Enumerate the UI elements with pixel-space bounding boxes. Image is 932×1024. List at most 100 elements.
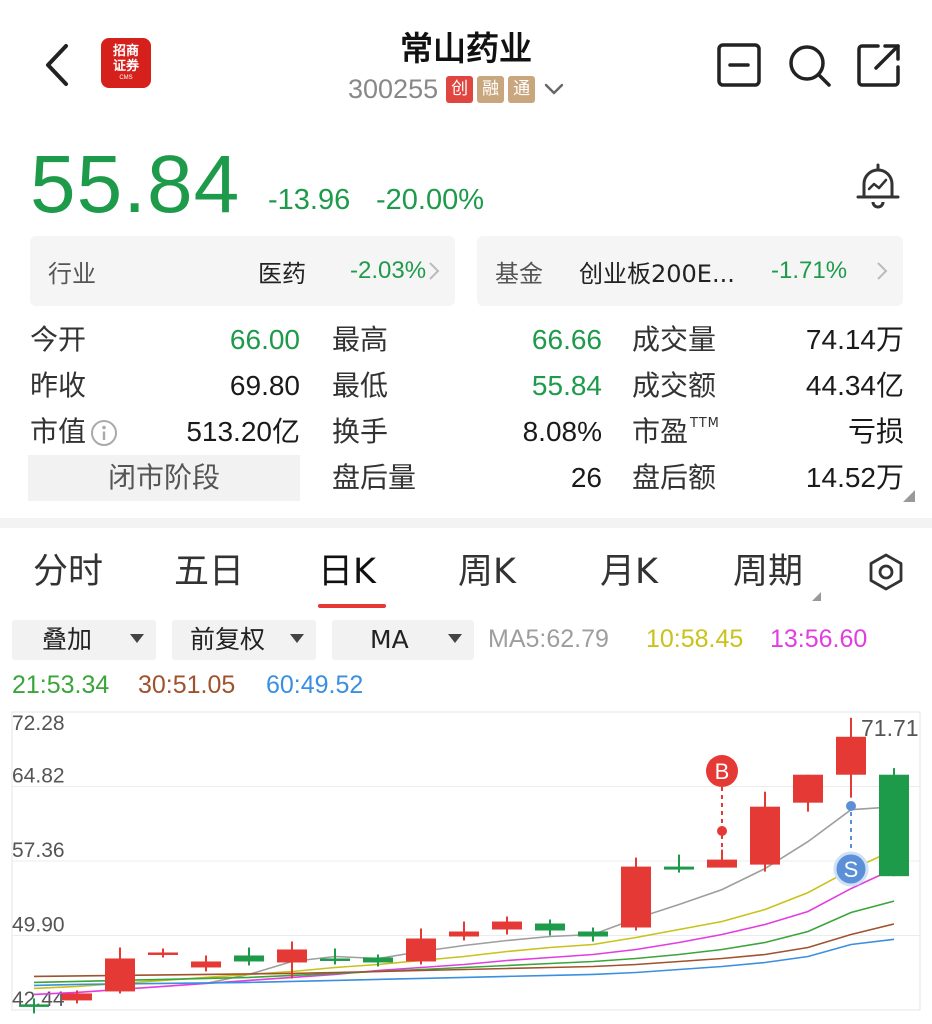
candle-body	[449, 931, 479, 937]
candle-body	[19, 1004, 49, 1007]
market-cap-value: 513.20亿	[186, 416, 300, 447]
tab-period[interactable]: 周期	[733, 548, 803, 596]
current-price: 55.84	[30, 139, 241, 230]
candle-body	[836, 736, 866, 775]
section-divider	[0, 518, 932, 528]
ma60-value: 60:49.52	[266, 671, 364, 699]
after-hours-amount-value: 14.52万	[805, 462, 904, 493]
market-cap-label[interactable]: 市值	[30, 414, 118, 450]
pe-label: 市盈 TTM	[632, 415, 720, 448]
high-label: 最高	[332, 323, 389, 356]
high-value: 66.66	[531, 324, 602, 355]
caret-down-icon	[130, 634, 144, 643]
candle-body	[363, 957, 393, 963]
candle-body	[191, 961, 221, 968]
fund-label: 基金	[495, 259, 543, 288]
y-tick-label: 42.44	[12, 988, 65, 1011]
candle-body	[750, 806, 780, 865]
y-tick-label: 57.36	[12, 839, 65, 862]
industry-name: 医药	[258, 259, 306, 288]
market-stage-badge: 闭市阶段	[28, 455, 300, 501]
low-label: 最低	[332, 369, 389, 402]
tab-weekly-k[interactable]: 周K	[458, 548, 516, 596]
ma10-value: 10:58.45	[646, 625, 744, 653]
caret-down-icon	[290, 634, 304, 643]
low-value: 55.84	[531, 370, 602, 401]
candle-body	[578, 931, 608, 937]
prev-close-label: 昨收	[30, 369, 87, 402]
candle-body	[105, 958, 135, 992]
high-price-label: 71.71	[861, 715, 919, 741]
candle-body	[234, 955, 264, 962]
candle-body	[277, 949, 307, 963]
adjust-dropdown[interactable]: 前复权	[172, 620, 316, 660]
stock-code-row[interactable]: 300255 创 融 通	[348, 74, 565, 104]
industry-label: 行业	[48, 259, 96, 288]
tab-monthly-k[interactable]: 月K	[600, 548, 658, 596]
open-label: 今开	[30, 323, 87, 356]
candle-body	[148, 952, 178, 955]
fund-name: 创业板200E...	[579, 259, 735, 288]
after-hours-amount-label: 盘后额	[632, 461, 717, 494]
chevron-down-icon[interactable]	[543, 78, 565, 100]
expand-corner-icon[interactable]	[903, 490, 915, 502]
industry-box[interactable]: 行业 医药 -2.03%	[30, 236, 455, 306]
info-icon[interactable]	[90, 419, 118, 447]
connect-tag: 通	[508, 75, 536, 103]
price-change: -13.96	[268, 184, 351, 216]
tab-daily-k[interactable]: 日K	[318, 548, 376, 596]
search-icon[interactable]	[786, 42, 832, 88]
sell-marker-dot	[846, 801, 856, 811]
turnover-value: 8.08%	[522, 416, 602, 447]
buy-marker-label: B	[715, 759, 730, 784]
indicator-dropdown[interactable]: MA	[332, 620, 474, 660]
open-value: 66.00	[229, 324, 300, 355]
candle-body	[320, 958, 350, 961]
price-change-pct: -20.00%	[376, 184, 485, 216]
margin-tag: 融	[477, 75, 505, 103]
candle-body	[535, 923, 565, 931]
amount-value: 44.34亿	[805, 370, 904, 401]
price-alert-bell-icon[interactable]	[852, 160, 904, 212]
ma13-value: 13:56.60	[770, 625, 868, 653]
overlay-dropdown[interactable]: 叠加	[12, 620, 156, 660]
candlestick-chart[interactable]: 72.28 64.82 57.36 49.90 42.44 71.71 B S	[0, 700, 932, 1024]
stock-code: 300255	[348, 73, 439, 104]
y-tick-label: 72.28	[12, 712, 65, 735]
fund-pct: -1.71%	[771, 257, 848, 284]
active-tab-underline	[318, 604, 386, 608]
ttm-superscript: TTM	[690, 416, 720, 431]
chinext-tag: 创	[446, 75, 474, 103]
tab-intraday[interactable]: 分时	[33, 548, 103, 596]
tab-five-day[interactable]: 五日	[174, 548, 244, 596]
candle-body	[492, 921, 522, 930]
ma5-value: MA5:62.79	[488, 625, 609, 653]
caret-down-icon	[448, 634, 462, 643]
after-hours-volume-value: 26	[570, 462, 602, 493]
candle-body	[664, 866, 694, 870]
ma30-value: 30:51.05	[138, 671, 236, 699]
candle-body	[62, 993, 92, 1001]
fund-box[interactable]: 基金 创业板200E... -1.71%	[477, 236, 903, 306]
ma21-value: 21:53.34	[12, 671, 110, 699]
candle-body	[879, 774, 909, 877]
settings-gear-icon[interactable]	[866, 552, 906, 592]
chevron-right-icon	[877, 262, 888, 280]
y-tick-label: 49.90	[12, 914, 65, 937]
header-bar: 招商 证券 CMS 常山药业 300255 创 融 通	[0, 0, 932, 120]
share-icon[interactable]	[856, 42, 902, 88]
buy-marker-dot	[717, 826, 727, 836]
chevron-right-icon	[429, 262, 440, 280]
candle-body	[621, 866, 651, 928]
period-more-indicator	[812, 592, 821, 601]
prev-close-value: 69.80	[229, 370, 300, 401]
y-tick-label: 64.82	[12, 765, 65, 788]
sell-marker-label: S	[844, 857, 859, 882]
candle-body	[793, 774, 823, 803]
remove-watchlist-icon[interactable]	[716, 42, 762, 88]
volume-value: 74.14万	[805, 324, 904, 355]
candle-body	[406, 938, 436, 962]
volume-label: 成交量	[632, 323, 717, 356]
pe-value: 亏损	[847, 416, 904, 447]
turnover-label: 换手	[332, 415, 389, 448]
